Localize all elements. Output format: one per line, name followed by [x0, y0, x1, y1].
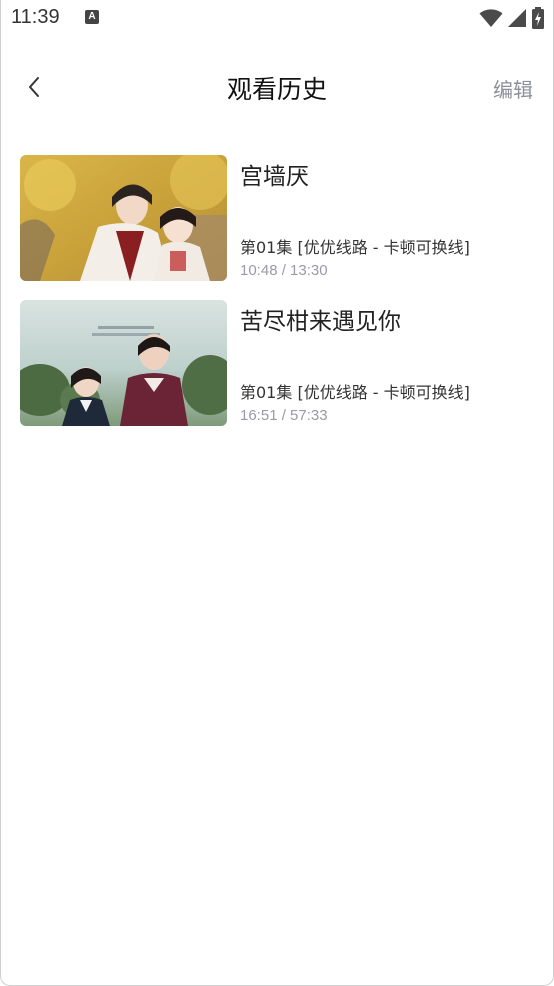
item-title: 宫墙厌 — [240, 164, 309, 190]
history-list: 宫墙厌 第01集 [优优线路 - 卡顿可换线] 10:48 / 13:30 苦尽… — [1, 155, 553, 445]
item-title: 苦尽柑来遇见你 — [240, 309, 401, 335]
battery-charging-icon — [532, 7, 544, 29]
item-progress: 16:51 / 57:33 — [240, 407, 328, 424]
a-notification-icon: A — [85, 10, 99, 24]
history-item[interactable]: 苦尽柑来遇见你 第01集 [优优线路 - 卡顿可换线] 16:51 / 57:3… — [1, 300, 553, 427]
header: 观看历史 编辑 — [1, 60, 553, 116]
video-thumbnail[interactable] — [20, 300, 227, 426]
item-episode: 第01集 [优优线路 - 卡顿可换线] — [240, 383, 470, 402]
page-title: 观看历史 — [226, 75, 327, 104]
wifi-icon — [479, 9, 503, 27]
watch-history-screen: 11:39 A 观看历史 编辑 宫墙厌 第01集 [优优线路 - 卡顿可换线] … — [0, 0, 554, 986]
status-icons — [479, 7, 545, 29]
video-thumbnail[interactable] — [20, 155, 227, 281]
item-progress: 10:48 / 13:30 — [240, 262, 328, 279]
history-item[interactable]: 宫墙厌 第01集 [优优线路 - 卡顿可换线] 10:48 / 13:30 — [1, 155, 553, 282]
signal-icon — [508, 9, 526, 27]
status-time: 11:39 — [11, 6, 60, 28]
edit-button[interactable]: 编辑 — [493, 74, 533, 103]
item-episode: 第01集 [优优线路 - 卡顿可换线] — [240, 238, 470, 257]
status-bar: 11:39 A — [1, 0, 553, 38]
